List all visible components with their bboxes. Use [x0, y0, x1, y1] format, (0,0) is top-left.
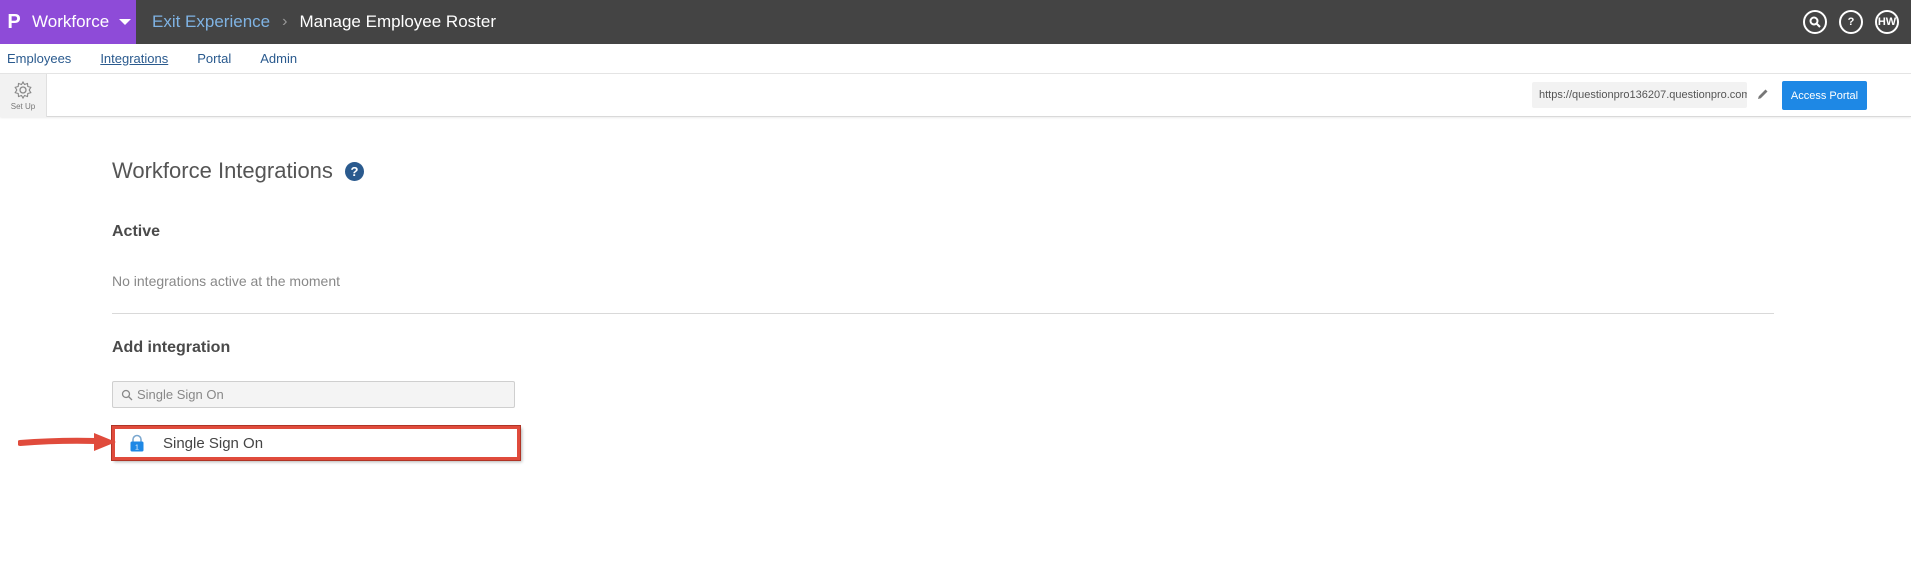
help-circle-icon[interactable]: ?	[344, 161, 364, 181]
page-title-text: Workforce Integrations	[112, 158, 333, 183]
active-heading: Active	[112, 223, 161, 240]
empty-state-message: No integrations active at the moment	[112, 273, 341, 289]
user-avatar[interactable]: HW	[1875, 10, 1899, 34]
app-logo: P	[7, 10, 21, 33]
nav-admin[interactable]: Admin	[260, 51, 297, 66]
integration-item-label: Single Sign On	[163, 434, 264, 452]
integration-item-single-sign-on[interactable]: 1 Single Sign On	[112, 426, 520, 460]
breadcrumb-exit-experience[interactable]: Exit Experience	[152, 12, 270, 32]
integration-search-input[interactable]: Single Sign On	[112, 381, 515, 408]
breadcrumb: Exit Experience › Manage Employee Roster	[152, 12, 496, 32]
add-integration-heading: Add integration	[112, 339, 231, 356]
gear-icon	[14, 80, 32, 100]
help-icon[interactable]: ?	[1839, 10, 1863, 34]
app-switcher[interactable]: P Workforce	[0, 0, 136, 44]
setup-button[interactable]: Set Up	[0, 74, 47, 117]
nav-employees[interactable]: Employees	[7, 51, 71, 66]
toolbar: Set Up https://questionpro136207.questio…	[0, 74, 1911, 117]
breadcrumb-current: Manage Employee Roster	[299, 12, 496, 31]
search-icon[interactable]	[1803, 10, 1827, 34]
top-bar: P Workforce Exit Experience › Manage Emp…	[0, 0, 1911, 44]
access-portal-button[interactable]: Access Portal	[1782, 81, 1867, 110]
portal-url-field[interactable]: https://questionpro136207.questionpro.co…	[1532, 82, 1747, 108]
secondary-nav: Employees Integrations Portal Admin	[0, 44, 1911, 74]
page-title: Workforce Integrations ?	[112, 158, 364, 184]
section-divider	[112, 313, 1774, 314]
nav-portal[interactable]: Portal	[197, 51, 231, 66]
lock-icon: 1	[130, 434, 144, 452]
nav-integrations[interactable]: Integrations	[100, 51, 168, 66]
search-icon	[121, 389, 133, 400]
breadcrumb-separator: ›	[282, 13, 288, 30]
app-name: Workforce	[32, 12, 110, 31]
search-value: Single Sign On	[137, 387, 224, 402]
annotation-arrow-icon	[18, 433, 116, 451]
pencil-icon[interactable]	[1755, 86, 1771, 102]
setup-label: Set Up	[10, 102, 36, 111]
caret-down-icon	[119, 19, 132, 25]
lock-badge: 1	[135, 445, 139, 452]
